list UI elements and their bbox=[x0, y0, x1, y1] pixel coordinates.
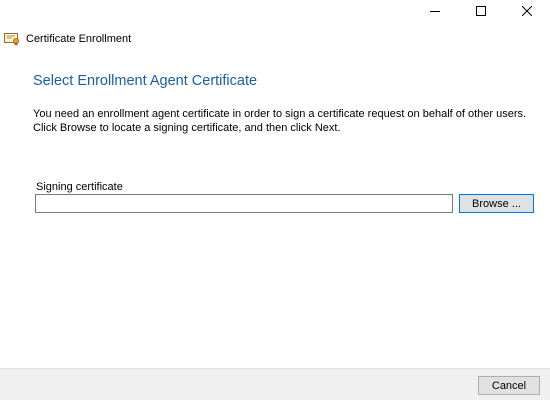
window-title: Certificate Enrollment bbox=[26, 33, 132, 45]
app-header: Certificate Enrollment bbox=[4, 31, 131, 47]
window-caption-controls bbox=[412, 0, 550, 22]
minimize-icon bbox=[430, 11, 440, 12]
certificate-icon bbox=[4, 33, 19, 46]
close-button[interactable] bbox=[504, 0, 550, 22]
cancel-button[interactable]: Cancel bbox=[478, 376, 540, 395]
minimize-button[interactable] bbox=[412, 0, 458, 22]
maximize-button[interactable] bbox=[458, 0, 504, 22]
signing-certificate-input[interactable] bbox=[35, 194, 453, 213]
maximize-icon bbox=[476, 6, 486, 16]
wizard-footer: Cancel bbox=[0, 368, 550, 400]
page-title: Select Enrollment Agent Certificate bbox=[33, 73, 258, 89]
close-icon bbox=[522, 6, 532, 16]
certificate-enrollment-window: Certificate Enrollment Select Enrollment… bbox=[0, 0, 550, 400]
signing-certificate-label: Signing certificate bbox=[36, 181, 123, 193]
browse-button[interactable]: Browse ... bbox=[459, 194, 534, 213]
instructions-text: You need an enrollment agent certificate… bbox=[33, 108, 527, 134]
